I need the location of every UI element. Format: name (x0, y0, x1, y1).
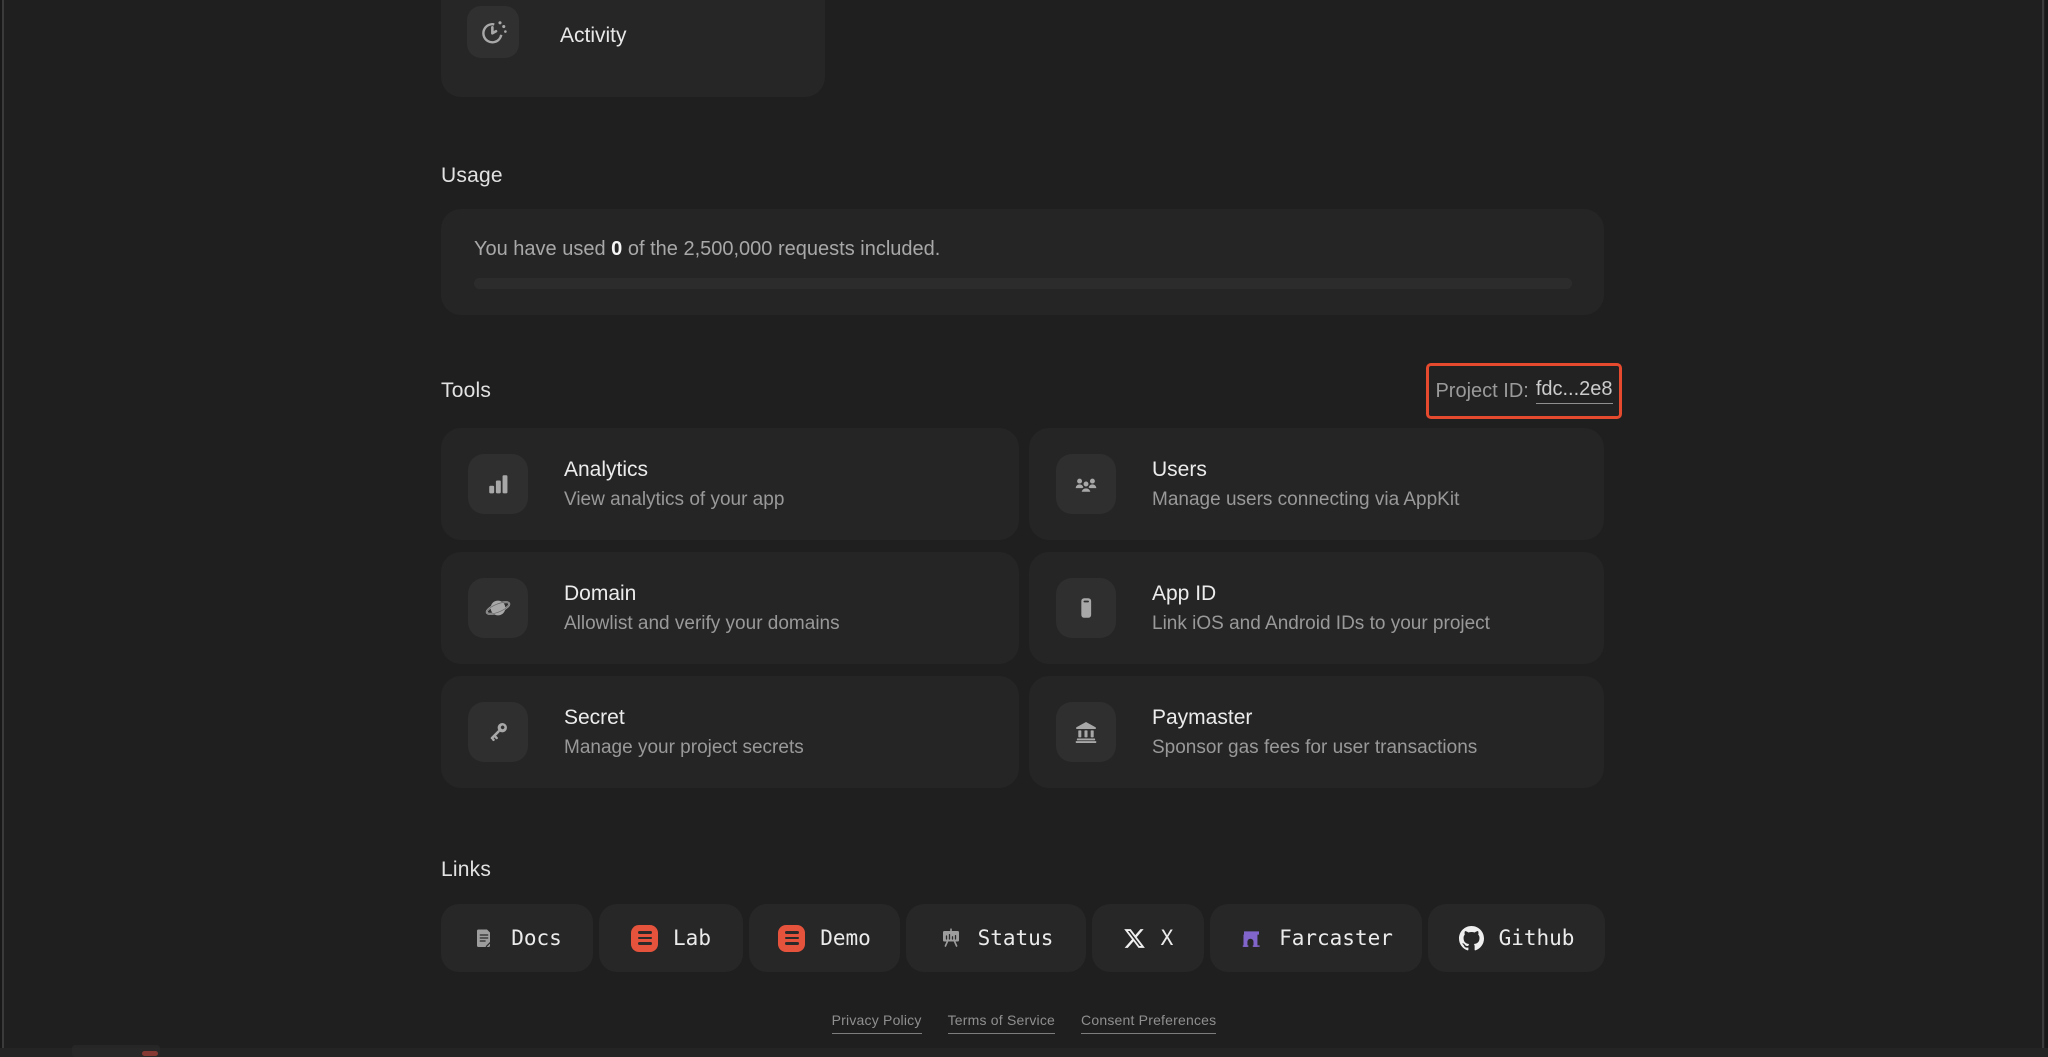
x-logo-icon (1123, 927, 1146, 950)
link-button-label: Lab (673, 926, 711, 950)
reown-logo-icon (631, 924, 659, 952)
usage-message-suffix: of the 2,500,000 requests included. (622, 238, 941, 260)
link-button-github[interactable]: Github (1428, 904, 1605, 972)
activity-card[interactable]: Activity (441, 0, 825, 97)
links-heading: Links (441, 858, 492, 881)
tool-card-subtitle: Sponsor gas fees for user transactions (1152, 737, 1478, 758)
bar-chart-icon (468, 454, 528, 514)
tool-card-title: Analytics (564, 458, 649, 481)
tool-card-secret[interactable]: Secret Manage your project secrets (441, 676, 1019, 788)
bottom-red-dot (142, 1051, 158, 1056)
link-button-demo[interactable]: Demo (749, 904, 900, 972)
right-edge-line (2042, 0, 2044, 1057)
link-button-label: Status (977, 926, 1054, 950)
link-button-label: Farcaster (1279, 926, 1393, 950)
link-button-label: Github (1498, 926, 1575, 950)
timer-icon (467, 6, 519, 58)
tool-card-subtitle: Link iOS and Android IDs to your project (1152, 613, 1490, 634)
footer-link-privacy-policy[interactable]: Privacy Policy (831, 1012, 922, 1034)
project-id-label: Project ID: (1435, 379, 1529, 402)
planet-icon (468, 578, 528, 638)
tool-card-paymaster[interactable]: Paymaster Sponsor gas fees for user tran… (1029, 676, 1604, 788)
tool-card-subtitle: View analytics of your app (564, 489, 785, 510)
phone-icon (1056, 578, 1116, 638)
project-id-value[interactable]: fdc...2e8 (1535, 378, 1613, 404)
link-button-label: X (1160, 926, 1174, 950)
tool-card-title: App ID (1152, 582, 1217, 605)
tool-card-subtitle: Allowlist and verify your domains (564, 613, 840, 634)
left-edge-line (2, 0, 4, 1057)
tool-card-title: Users (1152, 458, 1207, 481)
tool-card-domain[interactable]: Domain Allowlist and verify your domains (441, 552, 1019, 664)
tool-card-subtitle: Manage users connecting via AppKit (1152, 489, 1460, 510)
tool-card-subtitle: Manage your project secrets (564, 737, 804, 758)
tool-card-title: Secret (564, 706, 625, 729)
link-button-x[interactable]: X (1092, 904, 1204, 972)
dashboard-page: Activity Usage You have used 0 of the 2,… (0, 0, 2048, 1057)
project-id-highlight[interactable]: Project ID: fdc...2e8 (1426, 363, 1622, 419)
tools-heading: Tools (441, 379, 492, 402)
tools-grid: Analytics View analytics of your app Use… (441, 428, 1604, 788)
link-button-farcaster[interactable]: Farcaster (1210, 904, 1422, 972)
bank-icon (1056, 702, 1116, 762)
farcaster-logo-icon (1239, 926, 1264, 951)
reown-logo-icon (778, 924, 806, 952)
links-row: Docs Lab Demo Status X Farcaster Github (441, 904, 1605, 972)
footer: Privacy Policy Terms of Service Consent … (0, 1012, 2048, 1034)
presentation-icon (939, 926, 963, 950)
activity-card-label: Activity (560, 24, 627, 47)
usage-message-prefix: You have used (474, 238, 612, 260)
key-icon (468, 702, 528, 762)
doc-icon (472, 926, 496, 950)
link-button-docs[interactable]: Docs (441, 904, 593, 972)
tool-card-users[interactable]: Users Manage users connecting via AppKit (1029, 428, 1604, 540)
footer-link-consent-preferences[interactable]: Consent Preferences (1081, 1012, 1217, 1034)
link-button-lab[interactable]: Lab (599, 904, 743, 972)
usage-card: You have used 0 of the 2,500,000 request… (441, 209, 1604, 315)
usage-message: You have used 0 of the 2,500,000 request… (474, 238, 940, 261)
link-button-status[interactable]: Status (906, 904, 1086, 972)
tool-card-app-id[interactable]: App ID Link iOS and Android IDs to your … (1029, 552, 1604, 664)
github-logo-icon (1458, 925, 1484, 951)
tool-card-title: Paymaster (1152, 706, 1253, 729)
usage-used-count: 0 (611, 238, 623, 260)
link-button-label: Demo (820, 926, 871, 950)
bottom-edge-strip (0, 1048, 2048, 1057)
users-icon (1056, 454, 1116, 514)
footer-link-terms-of-service[interactable]: Terms of Service (947, 1012, 1056, 1034)
usage-progress-bar (474, 278, 1572, 289)
usage-heading: Usage (441, 164, 503, 187)
tool-card-title: Domain (564, 582, 637, 605)
link-button-label: Docs (511, 926, 562, 950)
tool-card-analytics[interactable]: Analytics View analytics of your app (441, 428, 1019, 540)
